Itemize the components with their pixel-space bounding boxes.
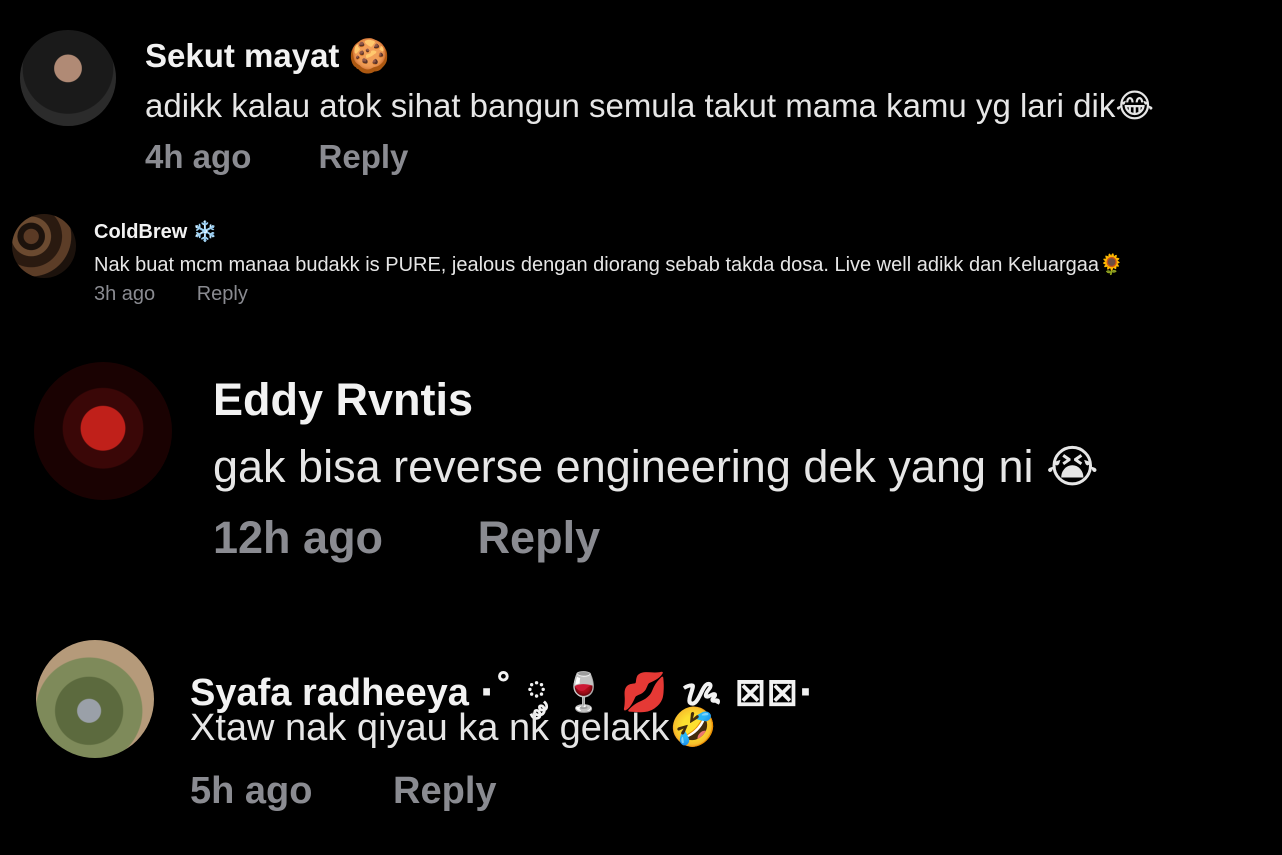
comment-time: 5h ago: [190, 770, 313, 812]
comment-text: gak bisa reverse engineering dek yang ni…: [213, 441, 1099, 492]
comment-time: 3h ago: [94, 283, 156, 305]
comment-author[interactable]: ColdBrew ❄️: [94, 219, 218, 244]
author-emoji: 🍪: [348, 36, 390, 75]
comment-time: 4h ago: [145, 138, 252, 175]
reply-button[interactable]: Reply: [478, 512, 601, 564]
comment-meta: 12h ago Reply: [213, 512, 600, 564]
comment-meta: 5h ago Reply: [190, 770, 497, 813]
avatar[interactable]: [12, 214, 76, 278]
author-name[interactable]: Eddy Rvntis: [213, 374, 473, 425]
comment-text: adikk kalau atok sihat bangun semula tak…: [145, 87, 1154, 124]
reply-button[interactable]: Reply: [197, 283, 248, 306]
avatar[interactable]: [20, 30, 116, 126]
avatar[interactable]: [36, 640, 154, 758]
author-emoji: ❄️: [192, 219, 218, 243]
author-name[interactable]: ColdBrew: [94, 221, 187, 243]
comment-time: 12h ago: [213, 512, 384, 563]
comment-author[interactable]: Eddy Rvntis: [213, 374, 473, 426]
comment-text: Nak buat mcm manaa budakk is PURE, jealo…: [94, 254, 1124, 276]
comment-text: Xtaw nak qiyau ka nk gelakk🤣: [190, 707, 717, 749]
comment-meta: 4h ago Reply: [145, 138, 408, 176]
reply-button[interactable]: Reply: [393, 770, 496, 813]
comment-author[interactable]: Sekut mayat 🍪: [145, 36, 390, 76]
comment-meta: 3h ago Reply: [94, 283, 248, 306]
reply-button[interactable]: Reply: [319, 138, 409, 176]
avatar[interactable]: [34, 362, 172, 500]
author-name[interactable]: Sekut mayat: [145, 37, 339, 74]
